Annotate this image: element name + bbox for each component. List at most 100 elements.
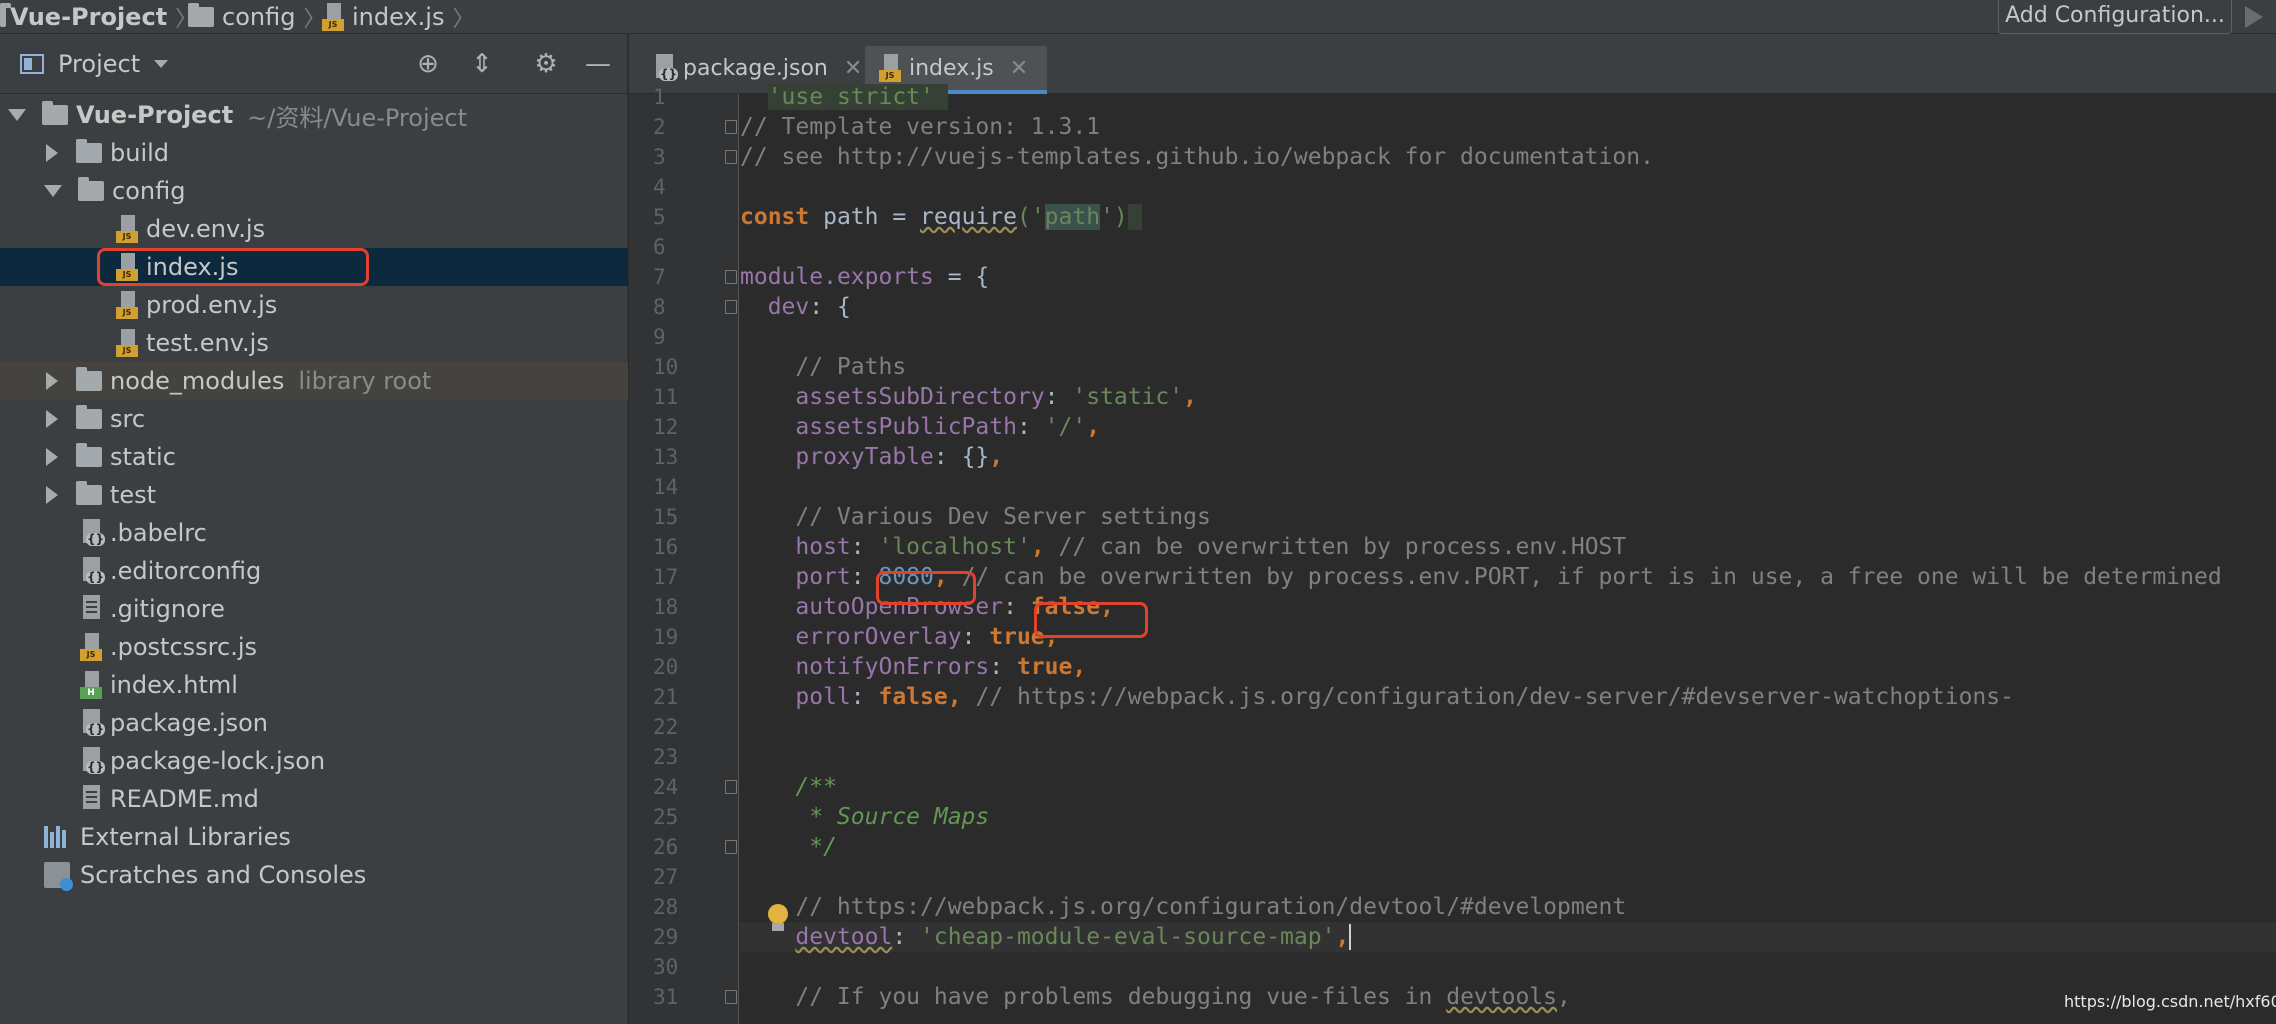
code-line: /** bbox=[795, 774, 837, 800]
tree-item-build[interactable]: build bbox=[0, 134, 628, 172]
expand-arrow-icon[interactable] bbox=[44, 185, 62, 197]
dropdown-arrow-icon bbox=[154, 60, 169, 68]
code-line: // Various Dev Server settings bbox=[795, 504, 1211, 530]
line-number: 17 bbox=[653, 565, 679, 589]
code-line: notifyOnErrors: true, bbox=[795, 654, 1087, 680]
line-number: 14 bbox=[653, 475, 679, 499]
navigation-bar: Vue-Project 〉 config 〉 JS index.js 〉 Add… bbox=[0, 0, 2276, 34]
locate-file-icon[interactable]: ⊕ bbox=[412, 48, 444, 80]
collapse-all-icon[interactable]: ⇕ bbox=[466, 48, 498, 80]
tree-item-scratches[interactable]: Scratches and Consoles bbox=[0, 856, 628, 894]
tree-item-babelrc[interactable]: {} .babelrc bbox=[0, 514, 628, 552]
code-line: assetsSubDirectory: 'static', bbox=[795, 384, 1197, 410]
project-icon bbox=[20, 54, 44, 74]
line-number: 9 bbox=[653, 325, 666, 349]
tree-item-src[interactable]: src bbox=[0, 400, 628, 438]
collapse-arrow-icon[interactable] bbox=[46, 372, 58, 390]
collapse-arrow-icon[interactable] bbox=[46, 410, 58, 428]
tree-item-package-json[interactable]: {} package.json bbox=[0, 704, 628, 742]
annotation-port-box bbox=[876, 571, 976, 605]
fold-marker-icon[interactable] bbox=[725, 300, 737, 314]
line-number: 16 bbox=[653, 535, 679, 559]
line-number: 20 bbox=[653, 655, 679, 679]
fold-marker-icon[interactable] bbox=[725, 780, 737, 794]
code-editor[interactable]: 'use strict' // Template version: 1.3.1 … bbox=[740, 84, 2276, 1024]
breadcrumb-folder[interactable]: config 〉 bbox=[188, 0, 325, 34]
line-number: 1 bbox=[653, 85, 666, 109]
chevron-right-icon: 〉 bbox=[452, 7, 475, 32]
tree-item-vue-project[interactable]: Vue-Project ~/资料/Vue-Project bbox=[0, 96, 628, 134]
text-cursor bbox=[1349, 924, 1366, 950]
tree-item-config[interactable]: config bbox=[0, 172, 628, 210]
tree-item-index-html[interactable]: H index.html bbox=[0, 666, 628, 704]
config-file-icon: {} bbox=[80, 519, 106, 547]
tree-item-static[interactable]: static bbox=[0, 438, 628, 476]
line-number: 22 bbox=[653, 715, 679, 739]
html-file-icon: H bbox=[80, 671, 102, 699]
folder-icon bbox=[76, 443, 102, 467]
collapse-arrow-icon[interactable] bbox=[46, 486, 58, 504]
line-number: 8 bbox=[653, 295, 666, 319]
line-number: 25 bbox=[653, 805, 679, 829]
json-file-icon: {} bbox=[80, 709, 106, 737]
minimize-icon[interactable]: — bbox=[582, 48, 614, 80]
fold-marker-icon[interactable] bbox=[725, 990, 737, 1004]
folder-icon bbox=[76, 405, 102, 429]
gear-icon[interactable]: ⚙ bbox=[530, 48, 562, 80]
code-line: proxyTable: {}, bbox=[795, 444, 1004, 470]
line-number: 4 bbox=[653, 175, 666, 199]
run-icon[interactable] bbox=[2245, 6, 2263, 28]
collapse-arrow-icon[interactable] bbox=[46, 448, 58, 466]
breadcrumb-project[interactable]: Vue-Project 〉 bbox=[0, 0, 197, 34]
tree-item-dev-env-js[interactable]: JS dev.env.js bbox=[0, 210, 628, 248]
breadcrumb-file[interactable]: JS index.js 〉 bbox=[322, 0, 474, 34]
line-number: 31 bbox=[653, 985, 679, 1009]
folder-icon bbox=[76, 367, 102, 391]
js-file-icon: JS bbox=[116, 215, 138, 243]
tree-item-test[interactable]: test bbox=[0, 476, 628, 514]
code-line-current: devtool: 'cheap-module-eval-source-map', bbox=[740, 922, 2276, 952]
tree-item-node-modules[interactable]: node_modules library root bbox=[0, 362, 628, 400]
fold-marker-icon[interactable] bbox=[725, 840, 737, 854]
tree-item-gitignore[interactable]: .gitignore bbox=[0, 590, 628, 628]
line-number: 12 bbox=[653, 415, 679, 439]
expand-arrow-icon[interactable] bbox=[8, 109, 26, 121]
tree-item-external-libraries[interactable]: External Libraries bbox=[0, 818, 628, 856]
project-view-selector[interactable]: Project bbox=[20, 34, 169, 94]
js-file-icon: JS bbox=[322, 3, 344, 31]
close-icon[interactable]: ✕ bbox=[1010, 56, 1028, 81]
js-file-icon: JS bbox=[116, 291, 138, 319]
js-file-icon: JS bbox=[80, 633, 102, 661]
code-line: // Paths bbox=[795, 354, 907, 380]
close-icon[interactable]: ✕ bbox=[844, 56, 862, 81]
line-number: 6 bbox=[653, 235, 666, 259]
tree-item-postcssrc-js[interactable]: JS .postcssrc.js bbox=[0, 628, 628, 666]
folder-icon bbox=[76, 139, 102, 163]
project-panel: Project ⊕ ⇕ ⚙ — Vue-Project ~/资料/Vue-Pro… bbox=[0, 34, 628, 1024]
fold-marker-icon[interactable] bbox=[725, 150, 737, 164]
code-line: assetsPublicPath: '/', bbox=[795, 414, 1101, 440]
code-line: host: 'localhost', // can be overwritten… bbox=[795, 534, 1627, 560]
project-panel-header: Project ⊕ ⇕ ⚙ — bbox=[0, 34, 628, 94]
code-line: */ bbox=[795, 834, 837, 860]
add-configuration-button[interactable]: Add Configuration... bbox=[1998, 0, 2232, 34]
lightbulb-icon[interactable] bbox=[766, 904, 790, 934]
code-line: errorOverlay: true, bbox=[795, 624, 1059, 650]
code-line: module.exports = { bbox=[740, 264, 990, 290]
line-number-gutter: 1 2 3 4 5 6 7 8 9 10 11 12 13 14 15 16 17 18 19 20 21 22 23 24 2… bbox=[629, 85, 739, 1024]
tree-item-package-lock-json[interactable]: {} package-lock.json bbox=[0, 742, 628, 780]
collapse-arrow-icon[interactable] bbox=[46, 144, 58, 162]
tree-item-prod-env-js[interactable]: JS prod.env.js bbox=[0, 286, 628, 324]
line-number: 15 bbox=[653, 505, 679, 529]
line-number: 3 bbox=[653, 145, 666, 169]
line-number: 24 bbox=[653, 775, 679, 799]
fold-marker-icon[interactable] bbox=[725, 270, 737, 284]
line-number: 18 bbox=[653, 595, 679, 619]
tree-item-readme-md[interactable]: README.md bbox=[0, 780, 628, 818]
json-file-icon: {} bbox=[653, 54, 679, 82]
fold-marker-icon[interactable] bbox=[725, 120, 737, 134]
line-number: 5 bbox=[653, 205, 666, 229]
tree-item-editorconfig[interactable]: {} .editorconfig bbox=[0, 552, 628, 590]
tree-item-test-env-js[interactable]: JS test.env.js bbox=[0, 324, 628, 362]
line-number: 7 bbox=[653, 265, 666, 289]
